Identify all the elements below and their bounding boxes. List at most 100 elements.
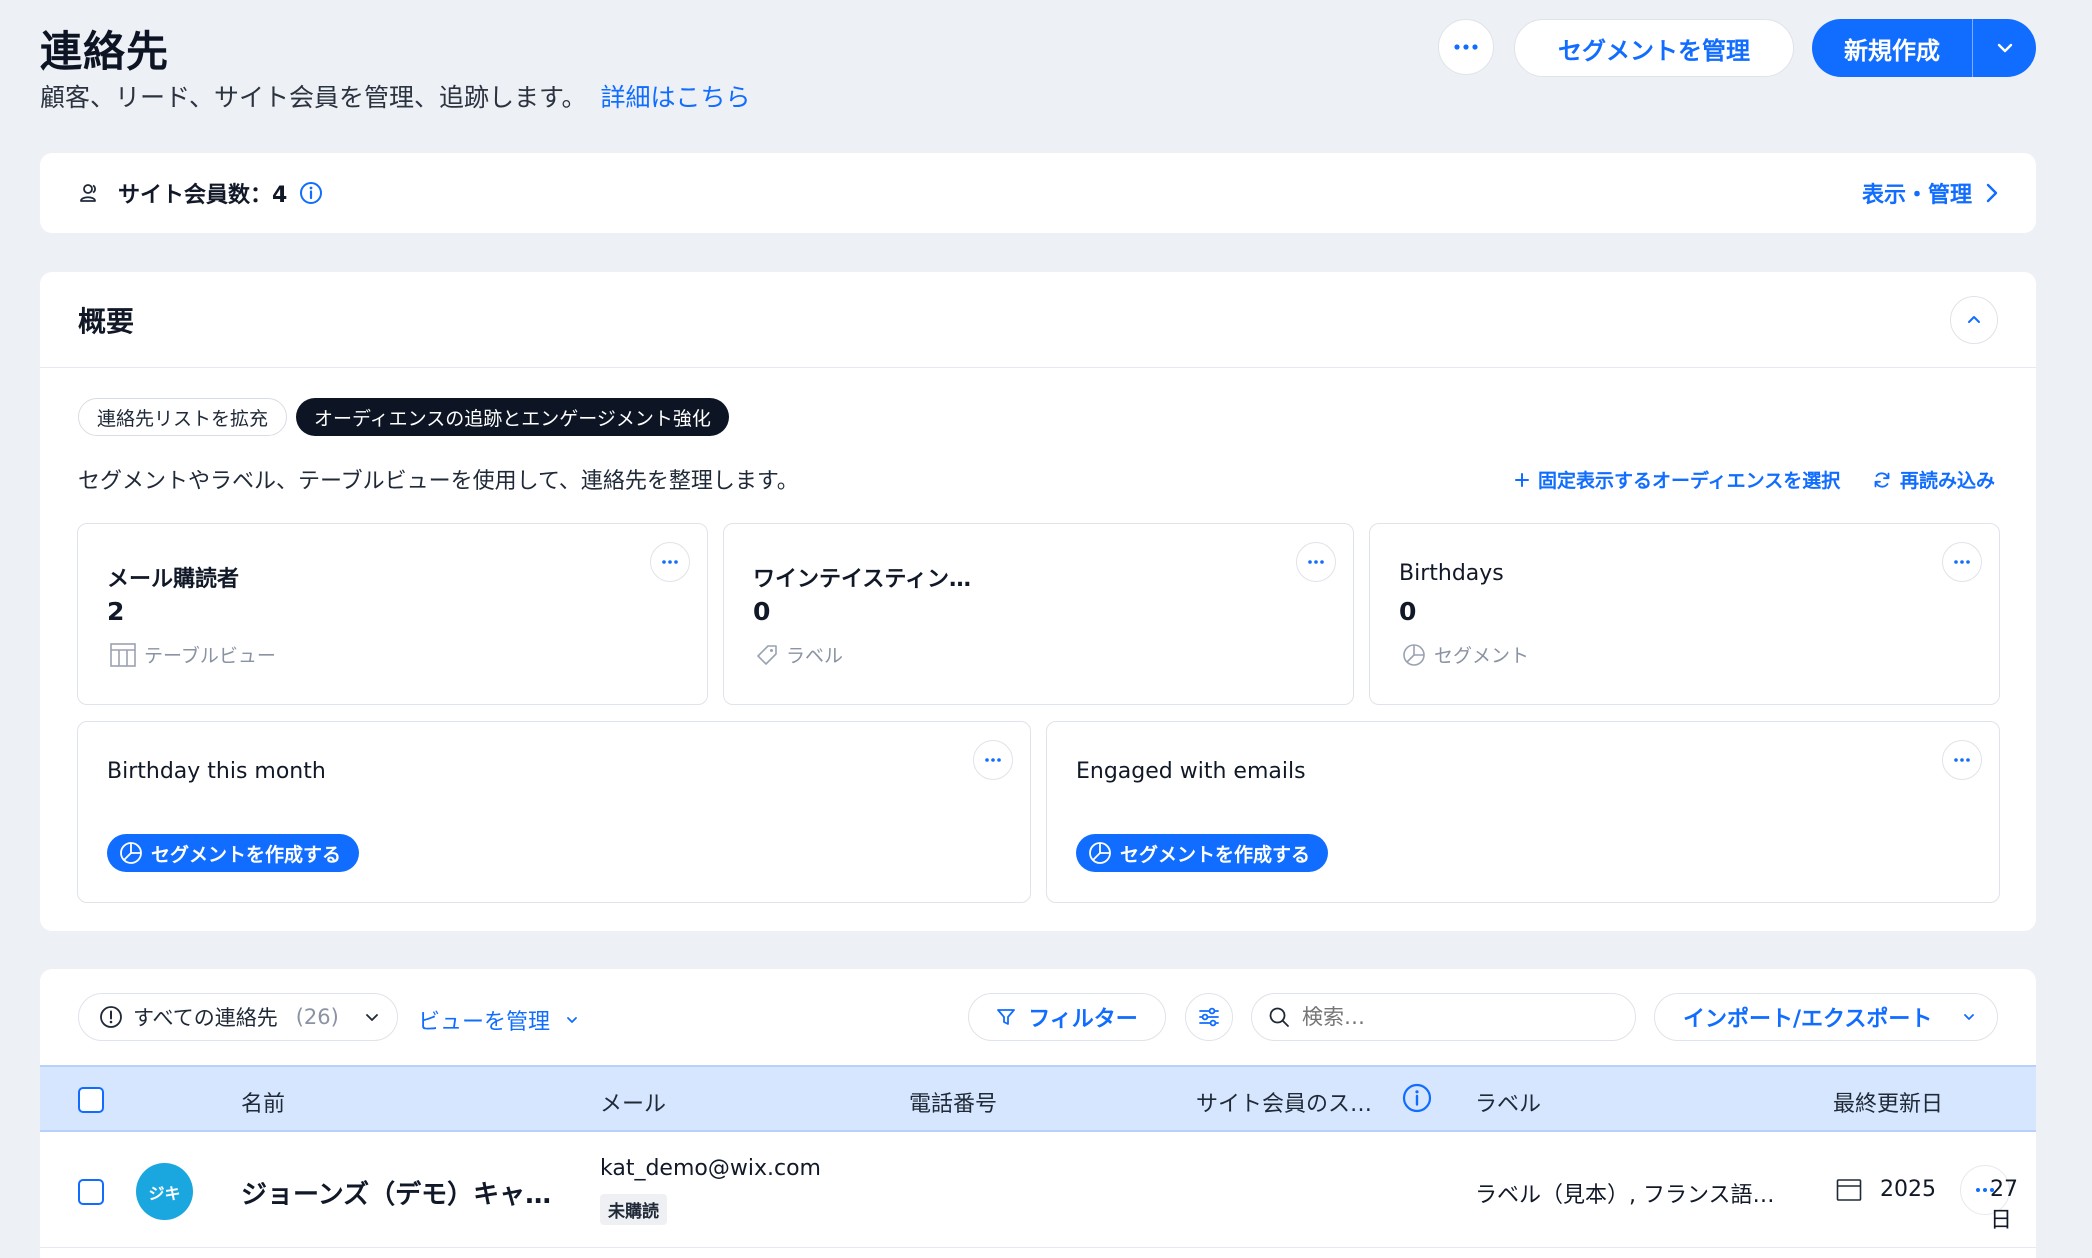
page-subtitle-text: 顧客、リード、サイト会員を管理、追跡します。 <box>40 83 587 112</box>
sliders-icon <box>1199 1007 1219 1027</box>
chevron-up-icon <box>1968 316 1980 323</box>
import-export-label: インポート/エクスポート <box>1683 1007 1933 1032</box>
chevron-down-icon <box>366 1013 378 1021</box>
card-more-button[interactable] <box>973 740 1013 780</box>
segment-suggestion-engaged-emails: Engaged with emails セグメントを作成する <box>1046 721 2000 903</box>
select-all-checkbox[interactable] <box>78 1087 104 1113</box>
card-more-button[interactable] <box>1942 542 1982 582</box>
row-checkbox[interactable] <box>78 1179 104 1205</box>
audience-card-wine-tasting[interactable]: ワインテイスティン… 0 ラベル <box>723 523 1354 705</box>
avatar: ジキ <box>136 1163 193 1220</box>
column-header-labels[interactable]: ラベル <box>1475 1086 1541 1118</box>
audience-card-type-label: テーブルビュー <box>144 645 276 667</box>
column-header-name[interactable]: 名前 <box>241 1086 285 1118</box>
ellipsis-icon <box>1954 758 1970 762</box>
column-header-member-status[interactable]: サイト会員のス… <box>1196 1086 1372 1118</box>
search-icon <box>1269 1007 1289 1027</box>
create-segment-label: セグメントを作成する <box>151 843 342 866</box>
segment-suggestion-birthday-month: Birthday this month セグメントを作成する <box>77 721 1031 903</box>
manage-segments-button[interactable]: セグメントを管理 <box>1514 19 1794 77</box>
chip-track-engage[interactable]: オーディエンスの追跡とエンゲージメント強化 <box>296 398 729 436</box>
chip-grow-contacts[interactable]: 連絡先リストを拡充 <box>78 398 288 436</box>
filter-icon <box>997 1009 1016 1025</box>
audience-card-title: Birthdays <box>1399 561 1504 586</box>
create-segment-button[interactable]: セグメントを作成する <box>1076 834 1329 872</box>
tag-icon <box>757 644 777 665</box>
audience-card-email-subscribers[interactable]: メール購読者 2 テーブルビュー <box>77 523 708 705</box>
alert-circle-icon <box>100 1006 122 1028</box>
card-more-button[interactable] <box>1942 740 1982 780</box>
column-header-phone[interactable]: 電話番号 <box>909 1086 997 1118</box>
site-members-count: サイト会員数：4 <box>118 183 288 208</box>
new-contact-dropdown-button[interactable] <box>1972 19 2036 77</box>
new-contact-button[interactable]: 新規作成 <box>1812 19 1972 77</box>
page-subtitle: 顧客、リード、サイト会員を管理、追跡します。 詳細はこちら <box>40 78 751 114</box>
more-actions-button[interactable] <box>1438 19 1494 75</box>
last-updated-day: 27日 <box>1990 1177 2018 1233</box>
plus-icon <box>1515 472 1529 487</box>
column-header-email[interactable]: メール <box>600 1086 666 1118</box>
table-row[interactable]: ジキ ジョーンズ（デモ）キャ… kat_demo@wix.com 未購読 ラベル… <box>40 1132 2036 1248</box>
new-contact-split-button: 新規作成 <box>1812 19 2036 77</box>
calendar-icon <box>1836 1179 1862 1201</box>
import-export-dropdown[interactable]: インポート/エクスポート <box>1654 993 1998 1041</box>
overview-header: 概要 <box>40 272 2036 368</box>
audience-card-type: セグメント <box>1402 641 1529 668</box>
site-members-bar: サイト会員数：4 表示・管理 <box>40 153 2036 233</box>
info-icon[interactable] <box>299 181 323 205</box>
reload-label: 再読み込み <box>1900 470 1996 492</box>
collapse-overview-button[interactable] <box>1950 295 1998 344</box>
ellipsis-icon <box>1954 560 1970 564</box>
audience-card-type: ラベル <box>756 641 843 668</box>
overview-panel: 概要 連絡先リストを拡充 オーディエンスの追跡とエンゲージメント強化 セグメント… <box>40 272 2036 931</box>
customize-columns-button[interactable] <box>1185 993 1233 1041</box>
info-icon[interactable] <box>1402 1083 1432 1113</box>
card-more-button[interactable] <box>650 542 690 582</box>
chevron-down-icon <box>1964 1014 1974 1020</box>
search-input[interactable] <box>1302 1005 1602 1029</box>
contact-labels: ラベル（見本）, フランス語… <box>1475 1183 1775 1208</box>
audience-card-count: 2 <box>107 597 125 626</box>
search-field[interactable] <box>1251 993 1636 1041</box>
chevron-down-icon <box>567 1017 577 1023</box>
segment-pie-icon <box>1403 643 1425 666</box>
segment-pie-icon <box>1089 842 1111 864</box>
segment-pie-icon <box>120 842 142 864</box>
column-header-last-updated[interactable]: 最終更新日 <box>1833 1086 1943 1118</box>
ellipsis-icon <box>1454 44 1478 50</box>
audience-card-count: 0 <box>1399 597 1417 626</box>
audience-card-type: テーブルビュー <box>110 641 276 668</box>
create-segment-button[interactable]: セグメントを作成する <box>107 834 360 872</box>
audience-card-birthdays[interactable]: Birthdays 0 セグメント <box>1369 523 2000 705</box>
members-icon <box>80 184 96 202</box>
segment-suggestion-title: Engaged with emails <box>1076 759 1306 784</box>
audience-card-type-label: セグメント <box>1434 645 1530 667</box>
audience-card-title: ワインテイスティン… <box>753 567 972 592</box>
filter-button[interactable]: フィルター <box>968 993 1166 1041</box>
contact-name[interactable]: ジョーンズ（デモ）キャ… <box>241 1174 551 1211</box>
contacts-table-card: すべての連絡先 (26) ビューを管理 フィルター インポート/エクスポート 名… <box>40 969 2036 1258</box>
view-select-label: すべての連絡先 <box>133 1006 278 1030</box>
audience-card-type-label: ラベル <box>786 645 844 667</box>
view-select-dropdown[interactable]: すべての連絡先 (26) <box>78 993 398 1041</box>
page-title: 連絡先 <box>40 27 170 76</box>
reload-link[interactable]: 再読み込み <box>1872 466 1995 493</box>
view-manage-members-link[interactable]: 表示・管理 <box>1862 177 1998 209</box>
manage-views-dropdown[interactable]: ビューを管理 <box>418 1004 578 1036</box>
ellipsis-icon <box>662 560 678 564</box>
pin-audience-label: 固定表示するオーディエンスを選択 <box>1538 470 1841 492</box>
overview-title: 概要 <box>78 304 135 338</box>
manage-views-label: ビューを管理 <box>418 1010 551 1035</box>
refresh-icon <box>1874 471 1890 488</box>
learn-more-link[interactable]: 詳細はこちら <box>601 83 751 112</box>
card-more-button[interactable] <box>1296 542 1336 582</box>
ellipsis-icon <box>985 758 1001 762</box>
pin-audience-link[interactable]: 固定表示するオーディエンスを選択 <box>1514 466 1840 493</box>
ellipsis-icon <box>1308 560 1324 564</box>
segment-suggestion-title: Birthday this month <box>107 759 326 784</box>
create-segment-label: セグメントを作成する <box>1120 843 1311 866</box>
last-updated-year: 2025 <box>1880 1177 1936 1202</box>
overview-chip-group: 連絡先リストを拡充 オーディエンスの追跡とエンゲージメント強化 <box>78 398 729 436</box>
view-manage-label: 表示・管理 <box>1861 183 1972 208</box>
chevron-down-icon <box>1997 43 2012 53</box>
